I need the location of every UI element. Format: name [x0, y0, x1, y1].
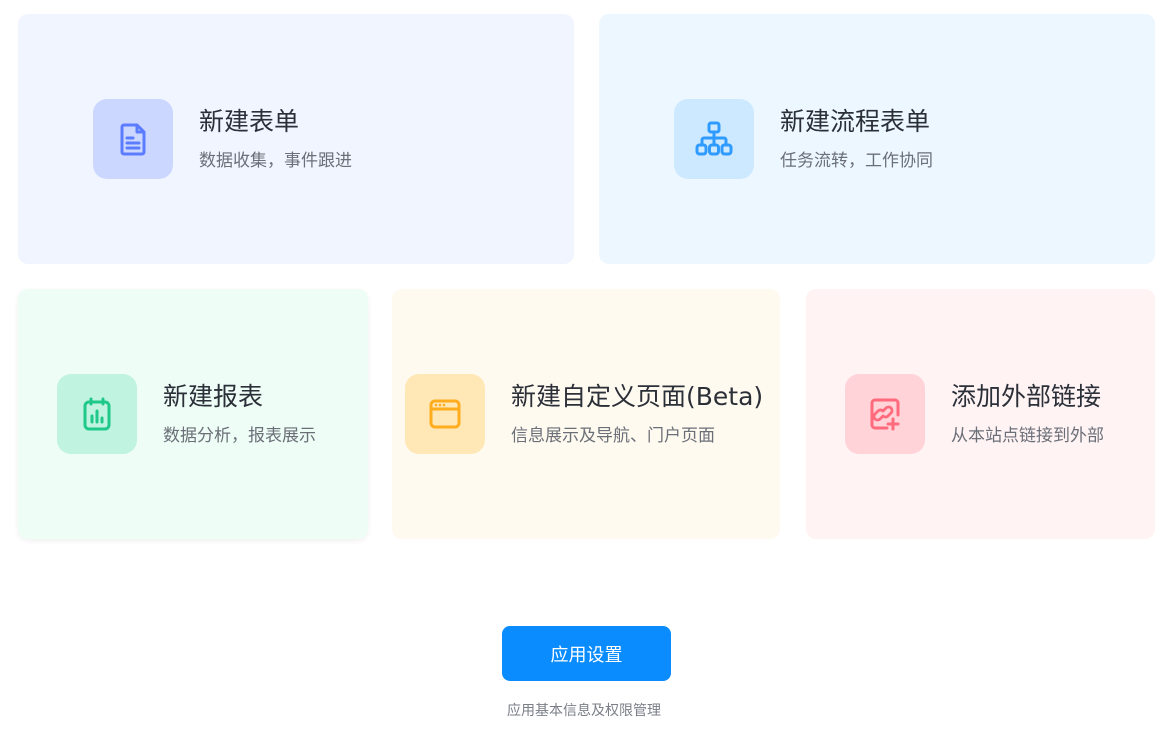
add-external-link-text: 添加外部链接 从本站点链接到外部 — [951, 380, 1104, 448]
add-external-link-icon-box — [845, 374, 925, 454]
new-report-text: 新建报表 数据分析，报表展示 — [163, 380, 316, 448]
new-custom-page-icon-box — [405, 374, 485, 454]
add-external-link-card[interactable]: 添加外部链接 从本站点链接到外部 — [806, 289, 1155, 539]
new-report-icon-box — [57, 374, 137, 454]
new-workflow-desc: 任务流转，工作协同 — [780, 151, 933, 171]
new-form-text: 新建表单 数据收集，事件跟进 — [199, 105, 352, 173]
app-settings-button[interactable]: 应用设置 — [502, 626, 671, 681]
new-workflow-icon-box — [674, 99, 754, 179]
report-chart-icon — [83, 397, 111, 431]
new-report-card[interactable]: 新建报表 数据分析，报表展示 — [18, 289, 368, 539]
create-app-panel: 新建表单 数据收集，事件跟进 新建流程表单 任务流转，工作协同 新建报表 数据分… — [0, 0, 1168, 730]
new-form-card[interactable]: 新建表单 数据收集，事件跟进 — [18, 14, 574, 264]
new-report-title: 新建报表 — [163, 382, 264, 411]
new-workflow-form-card[interactable]: 新建流程表单 任务流转，工作协同 — [599, 14, 1155, 264]
new-form-icon-box — [93, 99, 173, 179]
new-custom-page-desc: 信息展示及导航、门户页面 — [511, 426, 715, 446]
app-settings-caption: 应用基本信息及权限管理 — [507, 703, 661, 719]
new-workflow-title: 新建流程表单 — [780, 107, 931, 136]
workflow-tree-icon — [695, 121, 733, 156]
form-document-icon — [120, 123, 146, 156]
new-custom-page-card[interactable]: 新建自定义页面(Beta) 信息展示及导航、门户页面 — [392, 289, 780, 539]
new-workflow-text: 新建流程表单 任务流转，工作协同 — [780, 105, 933, 173]
new-form-desc: 数据收集，事件跟进 — [199, 151, 352, 171]
browser-window-icon — [429, 399, 461, 429]
add-external-link-title: 添加外部链接 — [951, 382, 1102, 411]
new-custom-page-text: 新建自定义页面(Beta) 信息展示及导航、门户页面 — [511, 380, 763, 448]
new-form-title: 新建表单 — [199, 107, 300, 136]
external-link-icon — [870, 398, 900, 431]
add-external-link-desc: 从本站点链接到外部 — [951, 426, 1104, 446]
new-custom-page-title: 新建自定义页面(Beta) — [511, 382, 764, 411]
new-report-desc: 数据分析，报表展示 — [163, 426, 316, 446]
